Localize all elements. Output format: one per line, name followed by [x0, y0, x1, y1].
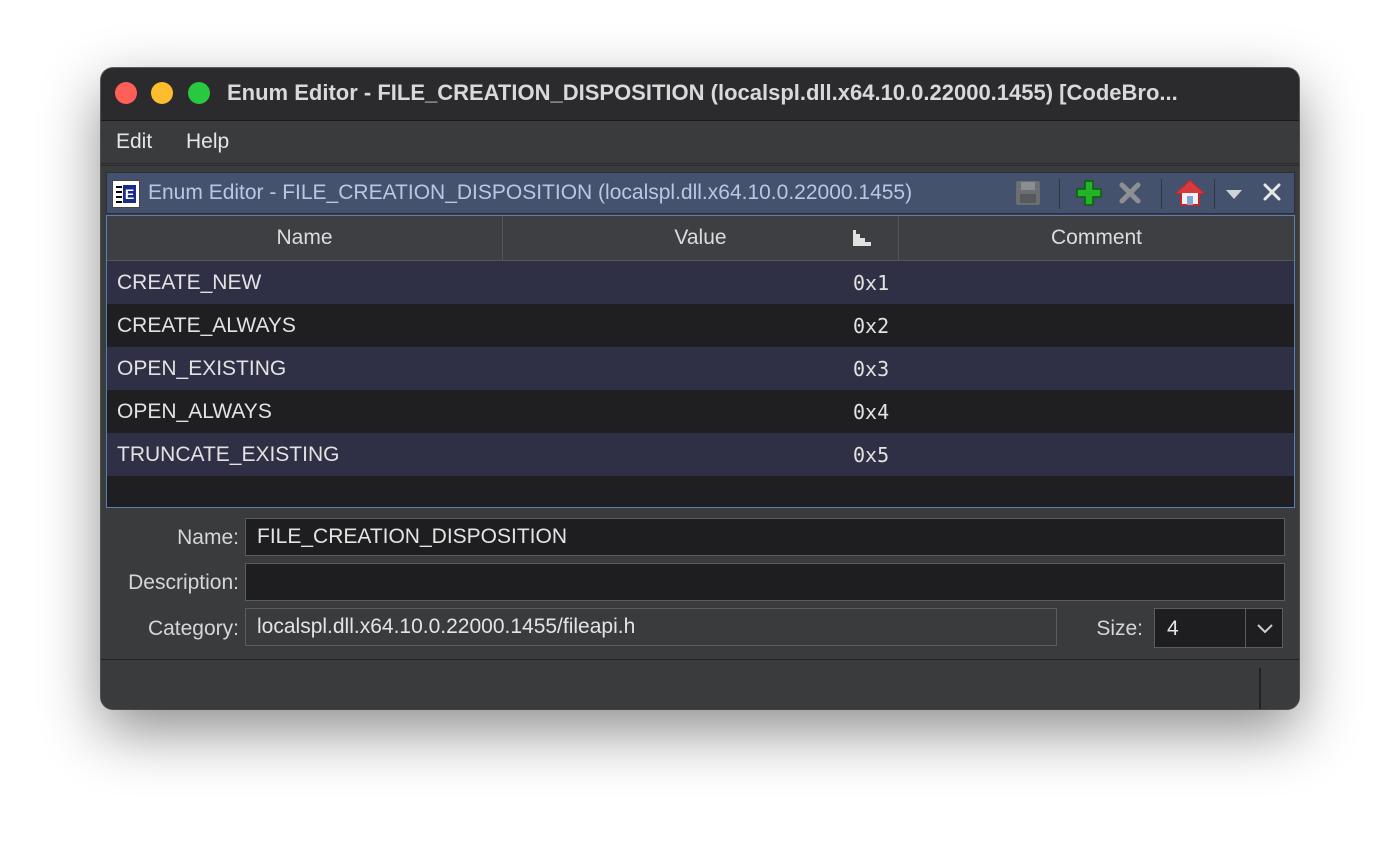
home-icon[interactable]: [1175, 179, 1205, 207]
cell-value: 0x3: [853, 357, 890, 381]
name-field[interactable]: [245, 518, 1285, 556]
table-row[interactable]: CREATE_ALWAYS 0x2: [107, 304, 1294, 347]
table-row[interactable]: TRUNCATE_EXISTING 0x5: [107, 433, 1294, 476]
table-row[interactable]: OPEN_ALWAYS 0x4: [107, 390, 1294, 433]
delete-icon[interactable]: [1115, 179, 1145, 207]
column-header-value[interactable]: Value: [503, 216, 899, 260]
description-field[interactable]: [245, 563, 1285, 601]
close-window-button[interactable]: [115, 82, 137, 104]
editor-panel-header: E Enum Editor - FILE_CREATION_DISPOSITIO…: [106, 172, 1295, 214]
size-label: Size:: [1096, 617, 1143, 640]
cell-name: OPEN_EXISTING: [117, 357, 287, 380]
menu-edit[interactable]: Edit: [116, 130, 152, 154]
cell-value: 0x5: [853, 443, 890, 467]
table-row[interactable]: CREATE_NEW 0x1: [107, 261, 1294, 304]
category-field: [245, 608, 1057, 646]
size-value: 4: [1167, 617, 1179, 640]
panel-title: Enum Editor - FILE_CREATION_DISPOSITION …: [148, 181, 913, 204]
description-label: Description:: [128, 571, 239, 594]
status-divider: [1259, 668, 1261, 709]
status-bar: [101, 659, 1299, 709]
cell-name: OPEN_ALWAYS: [117, 400, 272, 423]
title-bar: Enum Editor - FILE_CREATION_DISPOSITION …: [101, 68, 1299, 121]
minimize-window-button[interactable]: [151, 82, 173, 104]
enum-icon: E: [112, 180, 140, 208]
cell-name: TRUNCATE_EXISTING: [117, 443, 340, 466]
category-label: Category:: [147, 617, 239, 640]
window-title: Enum Editor - FILE_CREATION_DISPOSITION …: [227, 80, 1178, 105]
chevron-down-icon[interactable]: [1245, 609, 1284, 647]
sort-ascending-icon: [853, 230, 871, 246]
close-panel-icon[interactable]: [1257, 179, 1287, 207]
zoom-window-button[interactable]: [188, 82, 210, 104]
menu-help[interactable]: Help: [186, 130, 229, 154]
size-combo[interactable]: 4: [1154, 608, 1283, 648]
table-row[interactable]: OPEN_EXISTING 0x3: [107, 347, 1294, 390]
cell-value: 0x4: [853, 400, 890, 424]
column-header-comment[interactable]: Comment: [899, 216, 1294, 260]
cell-value: 0x1: [853, 271, 890, 295]
enum-values-table: Name Value Comment CREATE_NEW 0x1 CREATE…: [106, 215, 1295, 508]
add-icon[interactable]: [1074, 179, 1104, 207]
column-header-name[interactable]: Name: [107, 216, 503, 260]
table-header: Name Value Comment: [107, 216, 1294, 261]
cell-name: CREATE_NEW: [117, 271, 262, 294]
menu-bar: Edit Help: [101, 121, 1299, 166]
cell-name: CREATE_ALWAYS: [117, 314, 296, 337]
menu-dropdown-icon[interactable]: [1219, 179, 1249, 207]
enum-editor-window: Enum Editor - FILE_CREATION_DISPOSITION …: [101, 68, 1299, 709]
cell-value: 0x2: [853, 314, 890, 338]
save-icon[interactable]: [1013, 179, 1043, 207]
name-label: Name:: [177, 526, 239, 549]
